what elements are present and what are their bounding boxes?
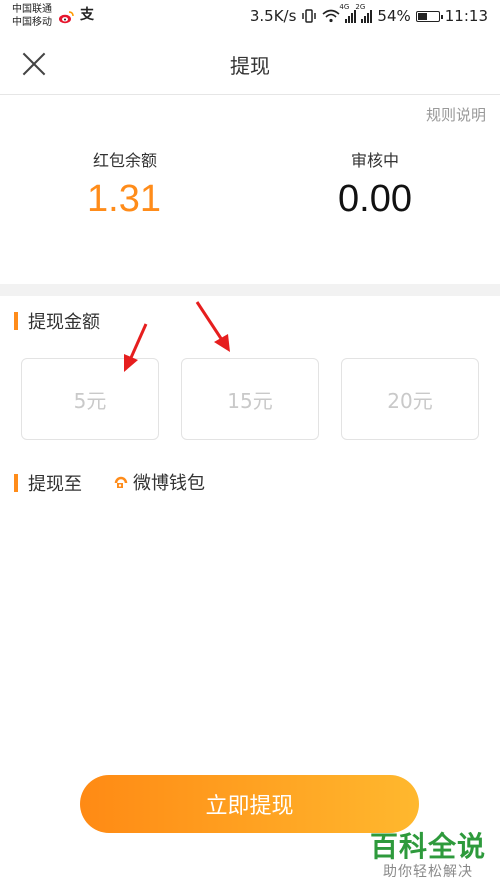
battery-icon [415,10,443,22]
network-speed: 3.5K/s [249,7,297,25]
carrier-2: 中国移动 [12,17,52,28]
signal-icon: 2G [355,3,373,23]
status-bar: 中国联通 中国移动 支 3.5K/s 4G 2G 54% 11:13 [0,0,500,34]
annotation-arrows [124,301,230,372]
withdraw-now-label: 立即提现 [205,794,294,819]
wallet-icon [114,476,128,488]
red-packet-balance-label: 红包余额 [92,151,157,170]
amount-section-title: 提现金额 [28,312,100,333]
amount-option-20[interactable]: 20元 [341,358,479,440]
amount-option-label: 5元 [73,388,107,413]
wifi-icon [322,9,340,23]
under-review-value: 0.00 [338,178,412,220]
network-type-2: 2G [355,3,366,11]
watermark-title: 百科全说 [369,830,486,863]
destination-title: 提现至 [28,474,82,495]
section-marker [14,312,18,330]
alipay-icon: 支 [80,7,94,23]
watermark-subtitle: 助你轻松解决 [382,864,473,880]
withdraw-now-button[interactable]: 立即提现 [80,775,419,833]
signal-icon: 4G [339,3,357,23]
battery-percent: 54% [377,7,411,25]
annotation-arrow [195,301,230,352]
page-title: 提现 [230,54,270,78]
nav-bar: 提现 [0,34,500,95]
wallet-label: 微博钱包 [133,473,205,494]
amount-option-15[interactable]: 15元 [181,358,319,440]
watermark: 百科全说 助你轻松解决 [370,831,486,881]
carrier-info: 中国联通 中国移动 [12,3,52,29]
vibrate-icon [302,9,317,23]
carrier-1: 中国联通 [12,4,52,15]
amount-option-label: 20元 [387,388,433,413]
red-packet-balance-value: 1.31 [87,178,161,220]
amount-option-label: 15元 [227,388,273,413]
clock: 11:13 [444,7,488,25]
section-marker [14,474,18,492]
amount-option-5[interactable]: 5元 [21,358,159,440]
rules-link[interactable]: 规则说明 [426,104,486,125]
under-review-label: 审核中 [350,151,399,170]
section-divider [0,284,500,296]
network-type-1: 4G [339,3,350,11]
status-right: 3.5K/s 4G 2G 54% 11:13 [249,3,488,25]
weibo-icon [59,11,74,24]
weibo-wallet-option[interactable]: 微博钱包 [114,471,205,494]
